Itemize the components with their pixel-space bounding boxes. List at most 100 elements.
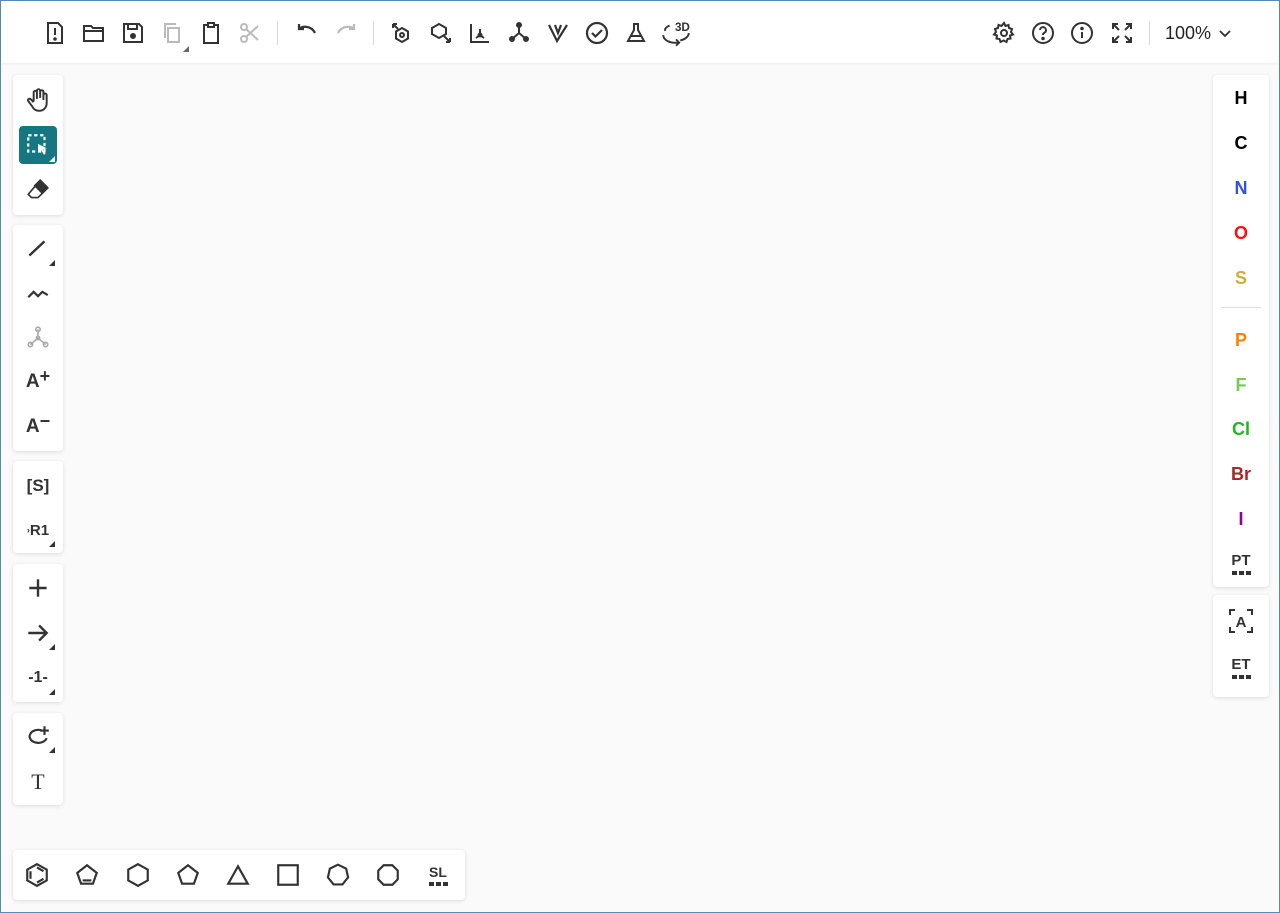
paste-button[interactable]: [196, 18, 226, 48]
any-atom-button[interactable]: A: [1221, 603, 1261, 639]
hexagon-icon: [127, 862, 149, 888]
help-circle-icon: [1032, 22, 1054, 44]
single-bond-icon: [28, 240, 46, 257]
dropdown-corner-icon: [49, 156, 55, 162]
zoom-dropdown[interactable]: 100%: [1165, 21, 1233, 45]
atom-button-n[interactable]: N: [1221, 170, 1261, 206]
r-group-label: R1: [29, 521, 50, 539]
reaction-plus-button[interactable]: [19, 569, 57, 607]
atom-button-br[interactable]: Br: [1221, 456, 1261, 492]
aromatize-button[interactable]: [465, 18, 495, 48]
octagon-icon: [377, 864, 399, 886]
grid-icon: [1231, 674, 1251, 679]
dropdown-corner-icon: [49, 689, 55, 695]
open-file-button[interactable]: [79, 18, 109, 48]
rotate-add-icon: [28, 726, 49, 744]
cyclopentadiene-icon: [75, 863, 99, 885]
atom-button-cl[interactable]: Cl: [1221, 411, 1261, 447]
grid-icon: [1231, 570, 1251, 575]
hand-tool-button[interactable]: [19, 81, 57, 119]
template-cyclopropane-button[interactable]: [219, 856, 257, 894]
stereochemistry-button[interactable]: [543, 18, 573, 48]
s-group-button[interactable]: [S]: [19, 467, 57, 505]
redo-button[interactable]: [331, 18, 361, 48]
folder-open-icon: [83, 25, 104, 42]
structure-library-button[interactable]: SL: [419, 856, 457, 894]
atom-button-o[interactable]: O: [1221, 215, 1261, 251]
left-toolbar-group-shapes: T: [13, 713, 63, 805]
template-cyclopentadiene-button[interactable]: [68, 856, 106, 894]
toolbar-separator: [373, 21, 374, 45]
charge-minus-button[interactable]: A −: [19, 408, 57, 446]
charge-plus-label: A: [25, 371, 40, 392]
toolbar-separator: [277, 21, 278, 45]
plus-icon: [29, 579, 47, 597]
charge-plus-button[interactable]: A +: [19, 363, 57, 401]
monomer-button[interactable]: [19, 319, 57, 357]
chevron-down-icon: [1219, 30, 1231, 38]
erase-button[interactable]: [19, 171, 57, 209]
periodic-table-button[interactable]: PT: [1221, 545, 1261, 581]
fullscreen-button[interactable]: [1107, 18, 1137, 48]
template-cyclooctane-button[interactable]: [369, 856, 407, 894]
cut-button[interactable]: [235, 18, 265, 48]
square-icon: [277, 864, 299, 886]
template-cyclobutane-button[interactable]: [269, 856, 307, 894]
atom-button-c[interactable]: C: [1221, 125, 1261, 161]
undo-button[interactable]: [292, 18, 322, 48]
drawing-canvas[interactable]: [71, 65, 1205, 845]
stereo-icon: [548, 24, 568, 44]
template-cyclopentane-button[interactable]: [169, 856, 207, 894]
atom-button-s[interactable]: S: [1221, 260, 1261, 296]
copy-button[interactable]: [157, 18, 189, 52]
left-toolbar-group-reactions: -1-: [13, 564, 63, 702]
clear-canvas-button[interactable]: [40, 18, 70, 48]
atom-button-h[interactable]: H: [1221, 80, 1261, 116]
clean-up-button[interactable]: [426, 18, 456, 48]
extended-table-label: ET: [1231, 655, 1251, 673]
r-group-button[interactable]: › R1: [19, 511, 57, 549]
template-benzene-button[interactable]: [18, 856, 56, 894]
chain-button[interactable]: [19, 275, 57, 313]
atom-symbol: F: [1235, 374, 1247, 395]
dropdown-corner-icon: [49, 747, 55, 753]
dropdown-corner-icon: [49, 541, 55, 547]
charge-minus-label: A: [25, 416, 40, 437]
hand-icon: [27, 88, 48, 112]
pentagon-icon: [176, 863, 200, 885]
bracket-frame-icon: A: [1229, 609, 1253, 633]
calculate-cip-button[interactable]: [504, 18, 534, 48]
atom-button-i[interactable]: I: [1221, 501, 1261, 537]
3d-viewer-button[interactable]: 3D: [658, 16, 694, 50]
left-toolbar-group-groups: [S] › R1: [13, 461, 63, 553]
reaction-mapping-button[interactable]: -1-: [19, 659, 57, 697]
atom-symbol: N: [1234, 177, 1248, 198]
reaction-arrow-button[interactable]: [19, 614, 57, 652]
dropdown-corner-icon: [49, 644, 55, 650]
about-button[interactable]: [1067, 18, 1097, 48]
layout-button[interactable]: [387, 18, 417, 48]
calculated-values-button[interactable]: [621, 18, 651, 48]
template-cycloheptane-button[interactable]: [319, 856, 357, 894]
atom-button-p[interactable]: P: [1221, 322, 1261, 358]
grid-icon: [428, 882, 448, 886]
single-bond-button[interactable]: [19, 230, 57, 268]
template-cyclohexane-button[interactable]: [119, 856, 157, 894]
3d-text: 3D: [675, 21, 690, 34]
atoms-divider: [1221, 307, 1261, 308]
clean-up-icon: [431, 22, 451, 43]
new-document-icon: [47, 22, 63, 44]
check-structure-button[interactable]: [582, 18, 612, 48]
dropdown-corner-icon: [49, 260, 55, 266]
save-icon: [123, 23, 143, 43]
help-button[interactable]: [1028, 18, 1058, 48]
settings-button[interactable]: [989, 18, 1019, 48]
heptagon-icon: [326, 863, 350, 886]
templates-bar: SL: [13, 850, 465, 900]
save-button[interactable]: [118, 18, 148, 48]
text-tool-button[interactable]: T: [19, 763, 57, 801]
atom-button-f[interactable]: F: [1221, 367, 1261, 403]
extended-table-button[interactable]: ET: [1221, 649, 1261, 685]
rotate-shape-button[interactable]: [19, 717, 57, 755]
rectangle-selection-button[interactable]: [19, 126, 57, 164]
